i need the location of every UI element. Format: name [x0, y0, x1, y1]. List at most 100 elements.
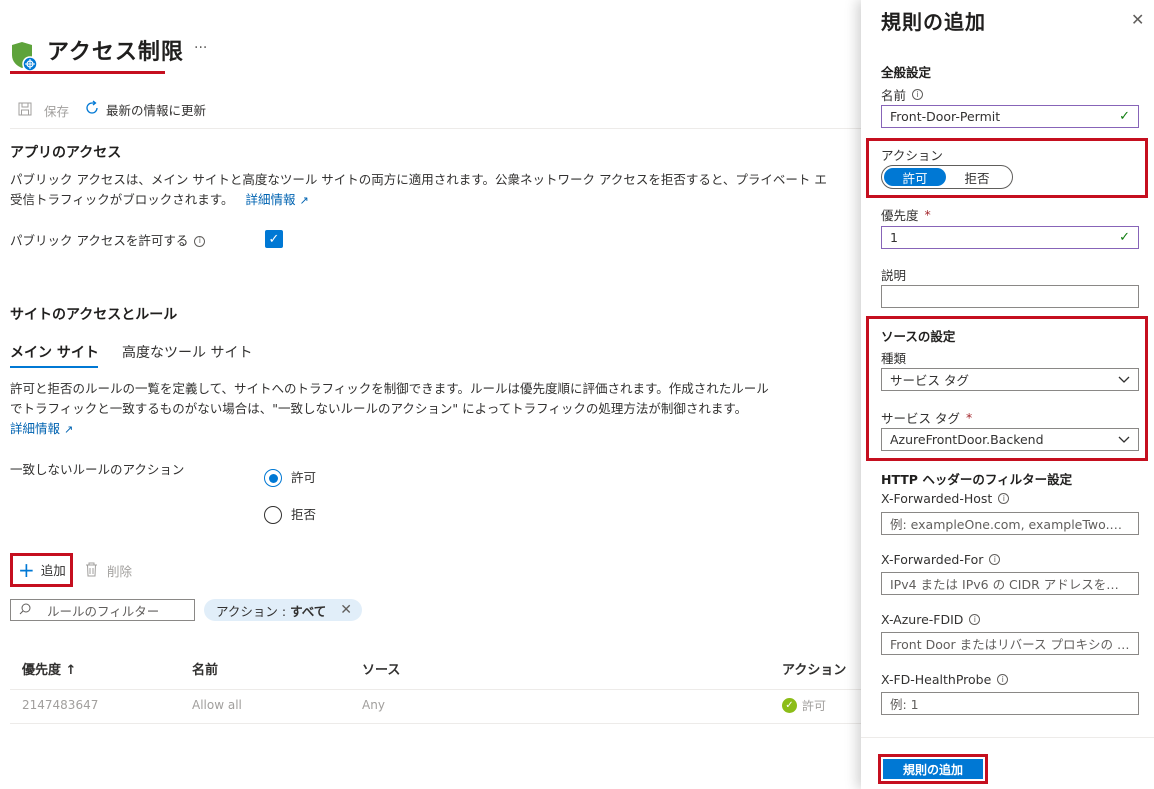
- priority-field[interactable]: 1 ✓: [881, 226, 1139, 249]
- cell-action: ✓ 許可: [782, 697, 826, 714]
- action-toggle[interactable]: 許可 拒否: [881, 165, 1013, 189]
- title-highlight: [10, 71, 165, 74]
- column-header-name[interactable]: 名前: [192, 659, 218, 678]
- site-access-desc-line1: 許可と拒否のルールの一覧を定義して、サイトへのトラフィックを制御できます。ルール…: [10, 381, 769, 396]
- xff-input[interactable]: IPv4 または IPv6 の CIDR アドレスを入…: [881, 572, 1139, 595]
- app-access-title: アプリのアクセス: [10, 145, 122, 161]
- external-link-icon: ↗: [299, 194, 309, 207]
- app-access-learn-more-link[interactable]: 詳細情報 ↗: [246, 192, 309, 207]
- toolbar-divider: [10, 128, 861, 129]
- site-access-learn-more-link[interactable]: 詳細情報 ↗: [10, 419, 861, 440]
- delete-rule-button[interactable]: 削除: [85, 561, 132, 580]
- panel-footer-divider: [861, 737, 1154, 738]
- xfh-placeholder: 例: exampleOne.com, exampleTwo.…: [890, 517, 1123, 532]
- general-settings-heading: 全般設定: [881, 65, 932, 80]
- action-deny-option[interactable]: 拒否: [946, 168, 1008, 186]
- service-tag-label: サービス タグ *: [881, 408, 972, 427]
- learn-more-label: 詳細情報: [245, 192, 296, 207]
- cell-name: Allow all: [192, 698, 242, 712]
- source-settings-heading: ソースの設定: [881, 329, 956, 344]
- radio-allow[interactable]: 許可: [264, 468, 316, 488]
- allow-public-text: パブリック アクセスを許可する: [10, 233, 189, 248]
- info-icon[interactable]: i: [998, 493, 1010, 504]
- xff-label: X-Forwarded-For i: [881, 552, 1001, 567]
- column-header-priority[interactable]: 優先度 ↑: [22, 659, 76, 678]
- fdid-input[interactable]: Front Door またはリバース プロキシの ID …: [881, 632, 1139, 655]
- chevron-down-icon: [1118, 372, 1130, 387]
- probe-label: X-FD-HealthProbe i: [881, 672, 1009, 687]
- radio-allow-circle: [264, 469, 282, 487]
- radio-deny[interactable]: 拒否: [264, 505, 316, 525]
- search-icon: [19, 603, 31, 618]
- site-learn-more-label: 詳細情報: [10, 421, 61, 436]
- name-label: 名前 i: [881, 85, 924, 104]
- pill-label: アクション :: [216, 603, 287, 619]
- probe-label-text: X-FD-HealthProbe: [881, 672, 992, 687]
- type-dropdown[interactable]: サービス タグ: [881, 368, 1139, 391]
- info-icon[interactable]: i: [997, 674, 1009, 685]
- save-label: 保存: [44, 104, 70, 119]
- service-tag-dropdown[interactable]: AzureFrontDoor.Backend: [881, 428, 1139, 451]
- info-icon[interactable]: i: [989, 554, 1001, 565]
- tab-advanced-tool-site[interactable]: 高度なツール サイト: [122, 342, 252, 362]
- description-field[interactable]: [881, 285, 1139, 308]
- action-filter-pill[interactable]: アクション : すべて ✕: [204, 599, 362, 621]
- cell-priority: 2147483647: [22, 698, 99, 712]
- add-rule-button[interactable]: + 追加: [18, 557, 66, 582]
- site-access-title: サイトのアクセスとルール: [10, 307, 178, 323]
- http-filter-heading: HTTP ヘッダーのフィルター設定: [881, 472, 1073, 487]
- app-access-desc-line1: パブリック アクセスは、メイン サイトと高度なツール サイトの両方に適用されます…: [10, 172, 827, 187]
- xff-placeholder: IPv4 または IPv6 の CIDR アドレスを入…: [890, 577, 1130, 592]
- plus-icon: +: [18, 557, 35, 582]
- panel-title: 規則の追加: [881, 10, 986, 34]
- info-icon[interactable]: i: [969, 614, 981, 625]
- service-tag-label-text: サービス タグ: [881, 411, 960, 426]
- xfh-input[interactable]: 例: exampleOne.com, exampleTwo.…: [881, 512, 1139, 535]
- required-marker: *: [924, 207, 931, 222]
- add-rule-submit-button[interactable]: 規則の追加: [883, 759, 983, 779]
- rule-filter-input[interactable]: ルールのフィルター: [10, 599, 195, 621]
- cell-source: Any: [362, 698, 385, 712]
- priority-value: 1: [890, 230, 898, 245]
- valid-check-icon: ✓: [1119, 109, 1130, 124]
- fdid-placeholder: Front Door またはリバース プロキシの ID …: [890, 637, 1130, 652]
- probe-placeholder: 例: 1: [890, 697, 919, 712]
- save-icon: [18, 102, 32, 119]
- site-access-desc-line2: でトラフィックと一致するものがない場合は、"一致しないルールのアクション" によ…: [10, 401, 748, 416]
- app-access-desc-line2-row: 受信トラフィックがブロックされます。 詳細情報 ↗: [10, 190, 861, 211]
- column-header-action[interactable]: アクション: [782, 659, 846, 678]
- more-options-button[interactable]: ···: [194, 40, 207, 56]
- table-row-divider: [10, 723, 861, 724]
- close-icon[interactable]: ✕: [1131, 10, 1144, 29]
- column-header-source[interactable]: ソース: [362, 659, 400, 678]
- filter-placeholder: ルールのフィルター: [47, 603, 160, 619]
- info-icon[interactable]: i: [912, 89, 924, 100]
- refresh-label: 最新の情報に更新: [106, 103, 207, 118]
- refresh-button[interactable]: 最新の情報に更新: [84, 100, 206, 119]
- cell-action-label: 許可: [802, 699, 827, 713]
- xff-label-text: X-Forwarded-For: [881, 552, 984, 567]
- chevron-down-icon: [1118, 432, 1130, 447]
- close-icon[interactable]: ✕: [340, 602, 352, 618]
- pill-value: すべて: [290, 603, 327, 619]
- name-label-text: 名前: [881, 88, 907, 103]
- xfh-label-text: X-Forwarded-Host: [881, 491, 993, 506]
- fdid-label-text: X-Azure-FDID: [881, 612, 964, 627]
- info-icon[interactable]: i: [194, 235, 206, 247]
- refresh-icon: [84, 100, 100, 119]
- add-label: 追加: [40, 563, 66, 578]
- allow-public-checkbox[interactable]: ✓: [265, 230, 283, 248]
- action-allow-option[interactable]: 許可: [884, 168, 946, 186]
- radio-allow-label: 許可: [291, 470, 317, 485]
- name-field[interactable]: Front-Door-Permit ✓: [881, 105, 1139, 128]
- fdid-label: X-Azure-FDID i: [881, 612, 981, 627]
- tab-main-site[interactable]: メイン サイト: [10, 342, 99, 362]
- add-rule-panel: 規則の追加 ✕ 全般設定 名前 i Front-Door-Permit ✓ アク…: [861, 0, 1154, 789]
- probe-input[interactable]: 例: 1: [881, 692, 1139, 715]
- description-label: 説明: [881, 268, 907, 283]
- unmatched-action-label: 一致しないルールのアクション: [10, 462, 185, 477]
- save-button[interactable]: 保存: [18, 101, 69, 120]
- page-title: アクセス制限: [47, 40, 184, 65]
- delete-label: 削除: [107, 564, 133, 579]
- app-access-description: パブリック アクセスは、メイン サイトと高度なツール サイトの両方に適用されます…: [10, 170, 861, 211]
